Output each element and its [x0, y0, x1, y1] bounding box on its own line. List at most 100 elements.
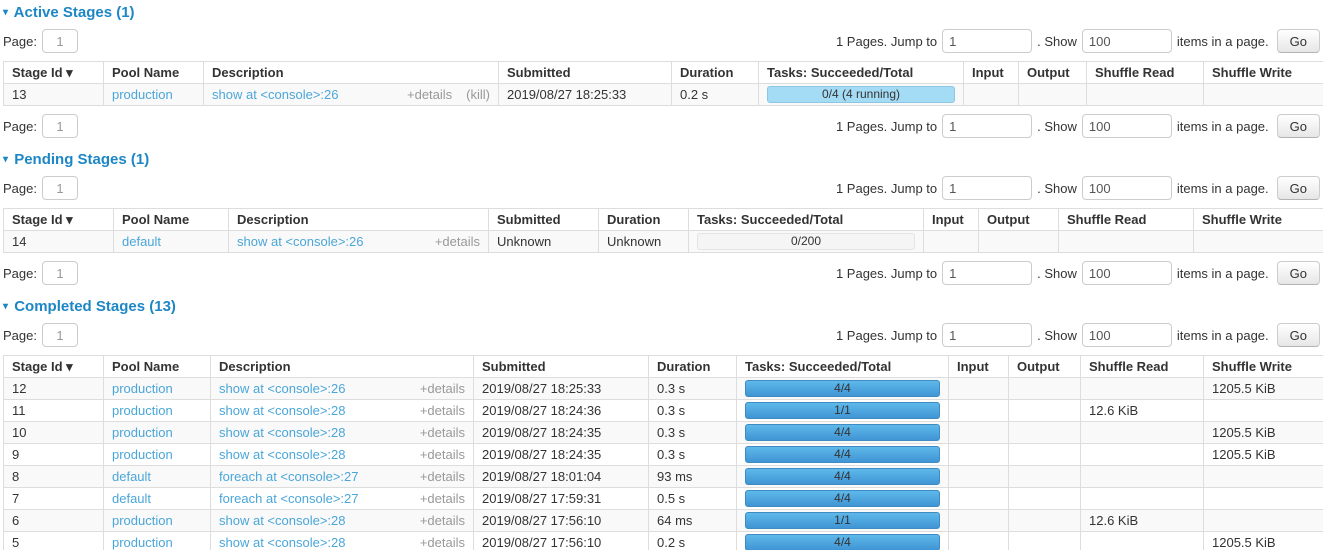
- details-toggle[interactable]: +details: [420, 513, 465, 528]
- submitted-cell: 2019/08/27 17:56:10: [474, 510, 649, 532]
- go-button[interactable]: Go: [1277, 29, 1320, 53]
- column-header-shuffle-write[interactable]: Shuffle Write: [1194, 209, 1323, 231]
- stage-description-link[interactable]: show at <console>:26: [212, 87, 338, 102]
- column-header-submitted[interactable]: Submitted: [489, 209, 599, 231]
- column-header-submitted[interactable]: Submitted: [474, 356, 649, 378]
- jump-to-page-input[interactable]: [942, 176, 1032, 200]
- details-toggle[interactable]: +details: [420, 491, 465, 506]
- page-number-input[interactable]: [42, 29, 78, 53]
- page-label: Page:: [3, 266, 37, 281]
- jump-to-page-input[interactable]: [942, 323, 1032, 347]
- column-header-description[interactable]: Description: [204, 62, 499, 84]
- items-per-page-input[interactable]: [1082, 114, 1172, 138]
- column-header-description[interactable]: Description: [229, 209, 489, 231]
- stage-description-link[interactable]: show at <console>:28: [219, 513, 345, 528]
- column-header-input[interactable]: Input: [964, 62, 1019, 84]
- column-header-shuffle-write[interactable]: Shuffle Write: [1204, 356, 1323, 378]
- stage-description-link[interactable]: foreach at <console>:27: [219, 491, 359, 506]
- description-extra: +details: [420, 491, 465, 506]
- column-header-shuffle-write[interactable]: Shuffle Write: [1204, 62, 1323, 84]
- stage-description-link[interactable]: show at <console>:28: [219, 535, 345, 550]
- go-button[interactable]: Go: [1277, 176, 1320, 200]
- details-toggle[interactable]: +details: [420, 535, 465, 550]
- pool-name-link[interactable]: production: [112, 403, 173, 418]
- stage-description-link[interactable]: foreach at <console>:27: [219, 469, 359, 484]
- pool-name-link[interactable]: default: [112, 469, 151, 484]
- pool-name-link[interactable]: default: [122, 234, 161, 249]
- column-header-stage-id[interactable]: Stage Id ▾: [4, 356, 104, 378]
- completed-stages-heading[interactable]: ▾ Completed Stages (13): [3, 298, 1320, 315]
- details-toggle[interactable]: +details: [420, 469, 465, 484]
- pool-name-link[interactable]: production: [112, 425, 173, 440]
- page-number-input[interactable]: [42, 261, 78, 285]
- column-header-shuffle-read[interactable]: Shuffle Read: [1087, 62, 1204, 84]
- pool-name-link[interactable]: production: [112, 381, 173, 396]
- jump-to-page-input[interactable]: [942, 29, 1032, 53]
- column-header-pool-name[interactable]: Pool Name: [104, 62, 204, 84]
- shuffle-write-cell: 1205.5 KiB: [1204, 532, 1323, 550]
- details-toggle[interactable]: +details: [420, 425, 465, 440]
- pending-stages-heading[interactable]: ▾ Pending Stages (1): [3, 151, 1320, 168]
- column-header-stage-id[interactable]: Stage Id ▾: [4, 209, 114, 231]
- tasks-progress-label: 4/4: [746, 491, 939, 506]
- column-header-pool-name[interactable]: Pool Name: [114, 209, 229, 231]
- pool-name-link[interactable]: production: [112, 513, 173, 528]
- column-header-duration[interactable]: Duration: [599, 209, 689, 231]
- description-content: show at <console>:28 +details: [219, 403, 465, 418]
- jump-to-page-input[interactable]: [942, 114, 1032, 138]
- stage-description-link[interactable]: show at <console>:26: [237, 234, 363, 249]
- pool-name-link[interactable]: default: [112, 491, 151, 506]
- pool-name-cell: production: [104, 422, 211, 444]
- details-toggle[interactable]: +details: [420, 447, 465, 462]
- details-toggle[interactable]: +details: [420, 381, 465, 396]
- stage-description-link[interactable]: show at <console>:26: [219, 381, 345, 396]
- column-header-tasks-succeeded-total[interactable]: Tasks: Succeeded/Total: [689, 209, 924, 231]
- pool-name-cell: production: [104, 378, 211, 400]
- details-toggle[interactable]: +details: [420, 403, 465, 418]
- column-header-shuffle-read[interactable]: Shuffle Read: [1081, 356, 1204, 378]
- stage-description-link[interactable]: show at <console>:28: [219, 447, 345, 462]
- page-number-input[interactable]: [42, 176, 78, 200]
- page-number-input[interactable]: [42, 114, 78, 138]
- tasks-progress-bar: 4/4: [745, 468, 940, 485]
- column-header-tasks-succeeded-total[interactable]: Tasks: Succeeded/Total: [759, 62, 964, 84]
- tasks-progress-cell: 0/4 (4 running): [759, 84, 964, 106]
- column-header-output[interactable]: Output: [1019, 62, 1087, 84]
- items-per-page-input[interactable]: [1082, 29, 1172, 53]
- column-header-pool-name[interactable]: Pool Name: [104, 356, 211, 378]
- output-cell: [979, 231, 1059, 253]
- items-per-page-input[interactable]: [1082, 261, 1172, 285]
- kill-link[interactable]: (kill): [466, 87, 490, 102]
- column-header-output[interactable]: Output: [979, 209, 1059, 231]
- column-header-duration[interactable]: Duration: [649, 356, 737, 378]
- output-cell: [1009, 488, 1081, 510]
- shuffle-read-cell: [1087, 84, 1204, 106]
- go-button[interactable]: Go: [1277, 114, 1320, 138]
- pool-name-link[interactable]: production: [112, 535, 173, 550]
- column-header-input[interactable]: Input: [949, 356, 1009, 378]
- go-button[interactable]: Go: [1277, 323, 1320, 347]
- column-header-stage-id[interactable]: Stage Id ▾: [4, 62, 104, 84]
- pool-name-link[interactable]: production: [112, 447, 173, 462]
- completed-stages-section: ▾ Completed Stages (13) Page:1 Pages. Ju…: [3, 298, 1320, 550]
- active-stages-heading[interactable]: ▾ Active Stages (1): [3, 4, 1320, 21]
- submitted-cell: 2019/08/27 18:25:33: [499, 84, 672, 106]
- jump-to-page-input[interactable]: [942, 261, 1032, 285]
- column-header-submitted[interactable]: Submitted: [499, 62, 672, 84]
- column-header-input[interactable]: Input: [924, 209, 979, 231]
- stage-description-link[interactable]: show at <console>:28: [219, 403, 345, 418]
- pool-name-link[interactable]: production: [112, 87, 173, 102]
- details-toggle[interactable]: +details: [435, 234, 480, 249]
- items-per-page-input[interactable]: [1082, 176, 1172, 200]
- column-header-shuffle-read[interactable]: Shuffle Read: [1059, 209, 1194, 231]
- column-header-output[interactable]: Output: [1009, 356, 1081, 378]
- go-button[interactable]: Go: [1277, 261, 1320, 285]
- column-header-description[interactable]: Description: [211, 356, 474, 378]
- column-header-tasks-succeeded-total[interactable]: Tasks: Succeeded/Total: [737, 356, 949, 378]
- page-number-input[interactable]: [42, 323, 78, 347]
- items-per-page-input[interactable]: [1082, 323, 1172, 347]
- stage-description-link[interactable]: show at <console>:28: [219, 425, 345, 440]
- description-extra: +details: [420, 535, 465, 550]
- column-header-duration[interactable]: Duration: [672, 62, 759, 84]
- details-toggle[interactable]: +details: [407, 87, 452, 102]
